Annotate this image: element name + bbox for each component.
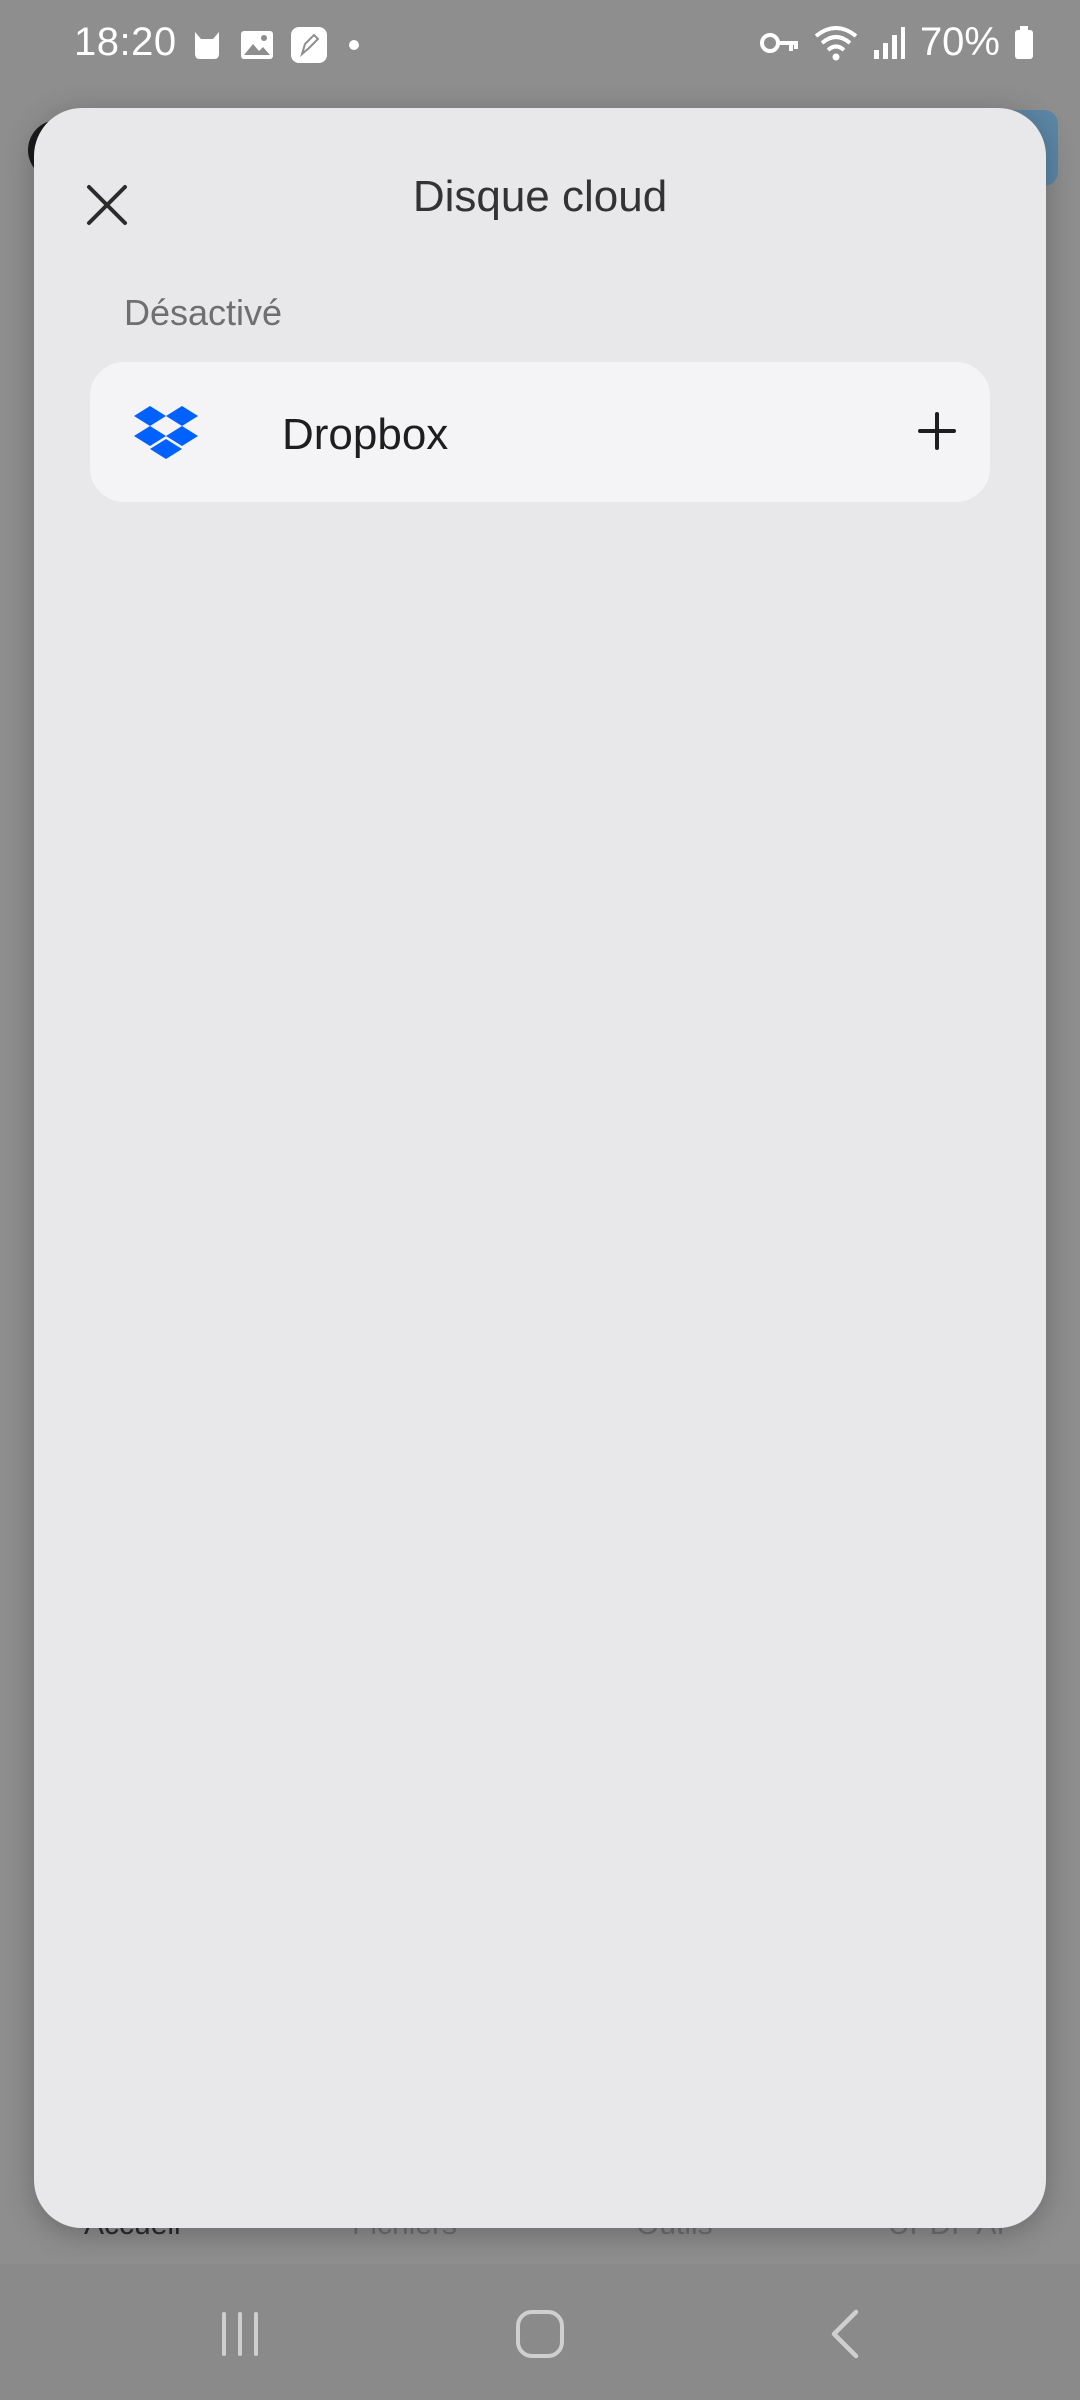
battery-percent: 70%	[919, 20, 1000, 64]
status-time: 18:20	[74, 20, 177, 64]
system-nav-bar	[0, 2264, 1080, 2400]
sheet-title: Disque cloud	[412, 172, 668, 221]
section-label-disabled: Désactivé	[124, 292, 283, 333]
add-icon	[918, 412, 956, 450]
battery-icon	[1015, 25, 1033, 59]
dropbox-row[interactable]: Dropbox	[90, 362, 990, 502]
dropbox-label: Dropbox	[282, 410, 449, 459]
vpn-key-icon	[759, 32, 798, 53]
dot-icon	[349, 40, 359, 50]
recent-apps-icon	[222, 2312, 258, 2356]
dropbox-icon	[134, 406, 198, 459]
note-app-icon	[291, 27, 327, 63]
signal-icon	[873, 26, 905, 59]
wifi-icon	[814, 25, 858, 60]
back-button[interactable]	[804, 2304, 884, 2364]
back-icon	[831, 2309, 859, 2359]
gallery-icon	[241, 31, 273, 59]
cloud-drive-sheet: Disque cloud Désactivé Dropbox	[34, 108, 1046, 2228]
recent-apps-button[interactable]	[200, 2304, 280, 2364]
status-bar: 18:20 70%	[0, 0, 1080, 92]
notification-icons	[190, 26, 364, 64]
add-dropbox-button[interactable]	[906, 400, 968, 462]
cat-notification-icon	[195, 32, 219, 59]
home-icon	[516, 2310, 564, 2358]
home-button[interactable]	[500, 2304, 580, 2364]
